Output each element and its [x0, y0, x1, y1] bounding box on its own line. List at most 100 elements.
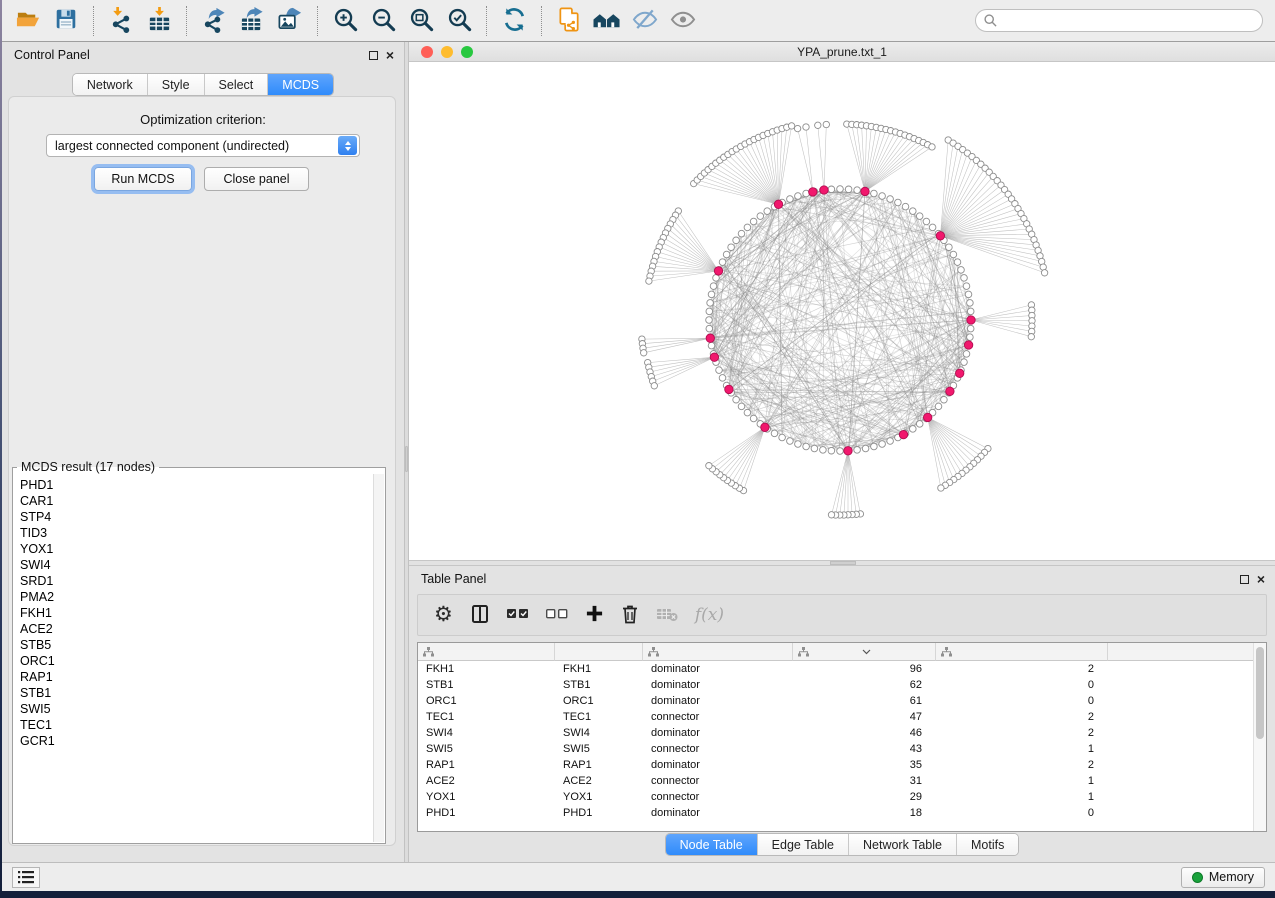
cell-predecessor-nodes[interactable]: 1 [936, 773, 1108, 789]
table-row[interactable]: ORC1ORC1dominator610 [418, 693, 1253, 709]
cell-MCDS-role[interactable]: dominator [643, 677, 793, 693]
cell-successor-nodes[interactable]: 43 [793, 741, 936, 757]
column-layout-button[interactable] [470, 600, 490, 630]
deselect-all-button[interactable] [546, 600, 568, 630]
result-node-item[interactable]: PMA2 [20, 589, 373, 605]
cell-name[interactable]: ORC1 [555, 693, 643, 709]
cell-successor-nodes[interactable]: 62 [793, 677, 936, 693]
result-node-item[interactable]: TID3 [20, 525, 373, 541]
search-input[interactable] [1003, 11, 1252, 30]
mcds-result-list[interactable]: PHD1CAR1STP4TID3YOX1SWI4SRD1PMA2FKH1ACE2… [14, 474, 373, 842]
zoom-out-button[interactable] [367, 5, 399, 37]
cell-predecessor-nodes[interactable]: 2 [936, 709, 1108, 725]
cell-shared-name[interactable]: SWI5 [418, 741, 555, 757]
tab-node-table[interactable]: Node Table [666, 834, 757, 855]
cell-successor-nodes[interactable]: 46 [793, 725, 936, 741]
result-node-item[interactable]: ORC1 [20, 653, 373, 669]
table-row[interactable]: YOX1YOX1connector291 [418, 789, 1253, 805]
task-history-button[interactable] [12, 867, 40, 888]
cell-successor-nodes[interactable]: 47 [793, 709, 936, 725]
cell-shared-name[interactable]: YOX1 [418, 789, 555, 805]
chevron-down-icon[interactable] [862, 646, 871, 658]
clone-network-button[interactable] [553, 5, 585, 37]
float-panel-icon[interactable] [369, 51, 378, 60]
run-mcds-button[interactable]: Run MCDS [94, 167, 192, 191]
cell-name[interactable]: YOX1 [555, 789, 643, 805]
cell-MCDS-role[interactable]: connector [643, 709, 793, 725]
column-header-predecessor-nodes[interactable] [936, 643, 1108, 661]
table-row[interactable]: ACE2ACE2connector311 [418, 773, 1253, 789]
result-node-item[interactable]: CAR1 [20, 493, 373, 509]
select-all-button[interactable] [507, 600, 529, 630]
cell-successor-nodes[interactable]: 61 [793, 693, 936, 709]
cell-name[interactable]: SWI4 [555, 725, 643, 741]
cell-predecessor-nodes[interactable]: 1 [936, 741, 1108, 757]
result-node-item[interactable]: YOX1 [20, 541, 373, 557]
column-header-name[interactable] [555, 643, 643, 661]
import-table-button[interactable] [143, 5, 175, 37]
cell-predecessor-nodes[interactable]: 2 [936, 757, 1108, 773]
save-session-button[interactable] [50, 5, 82, 37]
result-list-scrollbar[interactable] [373, 474, 384, 842]
cell-name[interactable]: SWI5 [555, 741, 643, 757]
cell-predecessor-nodes[interactable]: 0 [936, 693, 1108, 709]
column-header-shared-name[interactable] [418, 643, 555, 661]
search-box[interactable] [975, 9, 1263, 32]
cell-successor-nodes[interactable]: 35 [793, 757, 936, 773]
cell-name[interactable]: PHD1 [555, 805, 643, 821]
cell-name[interactable]: RAP1 [555, 757, 643, 773]
result-node-item[interactable]: RAP1 [20, 669, 373, 685]
table-row[interactable]: SWI4SWI4dominator462 [418, 725, 1253, 741]
tab-network[interactable]: Network [73, 74, 147, 95]
cell-MCDS-role[interactable]: dominator [643, 693, 793, 709]
close-table-panel-icon[interactable]: × [1257, 574, 1265, 584]
table-row[interactable]: TEC1TEC1connector472 [418, 709, 1253, 725]
delete-column-button[interactable] [621, 600, 639, 630]
table-scrollbar[interactable] [1253, 643, 1266, 831]
cell-successor-nodes[interactable]: 31 [793, 773, 936, 789]
table-row[interactable]: RAP1RAP1dominator352 [418, 757, 1253, 773]
cell-MCDS-role[interactable]: connector [643, 741, 793, 757]
result-node-item[interactable]: ACE2 [20, 621, 373, 637]
result-node-item[interactable]: TEC1 [20, 717, 373, 733]
cell-predecessor-nodes[interactable]: 1 [936, 789, 1108, 805]
add-column-button[interactable] [585, 600, 604, 630]
tab-network-table[interactable]: Network Table [848, 834, 956, 855]
cell-shared-name[interactable]: TEC1 [418, 709, 555, 725]
cell-MCDS-role[interactable]: dominator [643, 757, 793, 773]
export-network-button[interactable] [198, 5, 230, 37]
cell-successor-nodes[interactable]: 96 [793, 661, 936, 677]
cell-predecessor-nodes[interactable]: 2 [936, 661, 1108, 677]
tab-motifs[interactable]: Motifs [956, 834, 1018, 855]
zoom-fit-button[interactable] [405, 5, 437, 37]
network-graph[interactable] [409, 62, 1275, 560]
export-image-button[interactable] [274, 5, 306, 37]
cell-shared-name[interactable]: FKH1 [418, 661, 555, 677]
horizontal-splitter-handle[interactable] [830, 561, 856, 565]
export-table-button[interactable] [236, 5, 268, 37]
memory-button[interactable]: Memory [1181, 867, 1265, 888]
cell-predecessor-nodes[interactable]: 0 [936, 677, 1108, 693]
hide-selected-button[interactable] [629, 5, 661, 37]
table-row[interactable]: STB1STB1dominator620 [418, 677, 1253, 693]
tab-edge-table[interactable]: Edge Table [757, 834, 848, 855]
cell-name[interactable]: TEC1 [555, 709, 643, 725]
result-node-item[interactable]: GCR1 [20, 733, 373, 749]
result-node-item[interactable]: FKH1 [20, 605, 373, 621]
apply-layout-button[interactable] [498, 5, 530, 37]
cell-MCDS-role[interactable]: connector [643, 773, 793, 789]
table-row[interactable]: FKH1FKH1dominator962 [418, 661, 1253, 677]
tab-select[interactable]: Select [204, 74, 268, 95]
cell-shared-name[interactable]: SWI4 [418, 725, 555, 741]
criterion-dropdown[interactable]: largest connected component (undirected) [46, 134, 360, 157]
first-neighbors-button[interactable] [591, 5, 623, 37]
result-node-item[interactable]: STP4 [20, 509, 373, 525]
column-header-successor-nodes[interactable] [793, 643, 936, 661]
table-row[interactable]: PHD1PHD1dominator180 [418, 805, 1253, 821]
result-node-item[interactable]: PHD1 [20, 477, 373, 493]
table-row[interactable]: SWI5SWI5connector431 [418, 741, 1253, 757]
cell-predecessor-nodes[interactable]: 0 [936, 805, 1108, 821]
cell-shared-name[interactable]: ACE2 [418, 773, 555, 789]
tab-style[interactable]: Style [147, 74, 204, 95]
cell-MCDS-role[interactable]: dominator [643, 661, 793, 677]
